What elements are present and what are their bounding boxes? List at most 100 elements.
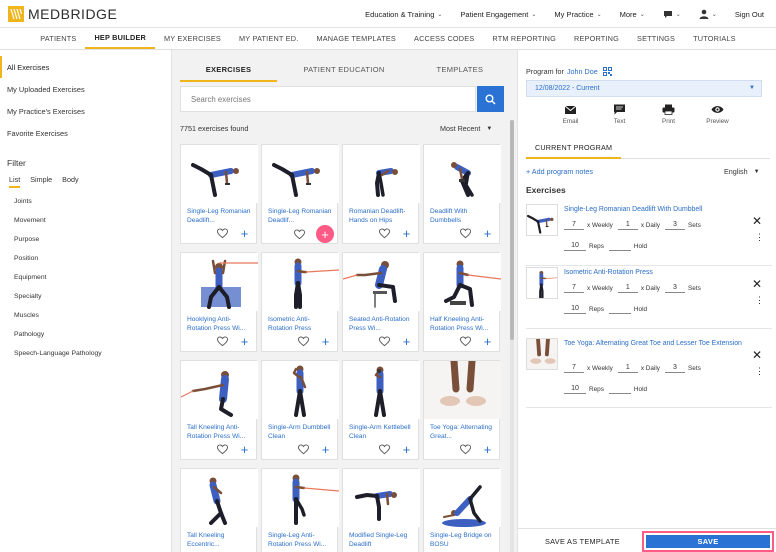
- medbridge-logo[interactable]: MEDBRIDGE: [8, 4, 117, 24]
- exercise-card[interactable]: Half Kneeling Anti-Rotation Press Wi... +: [423, 252, 501, 352]
- tab-tutorials[interactable]: TUTORIALS: [684, 28, 745, 49]
- sets-input[interactable]: 3: [665, 364, 685, 373]
- exercise-card[interactable]: Single-Arm Dumbbell Clean +: [261, 360, 339, 460]
- add-to-program-button[interactable]: +: [239, 443, 250, 456]
- qr-code-icon[interactable]: [602, 67, 612, 76]
- filter-tab-simple[interactable]: Simple: [30, 175, 52, 188]
- add-to-program-button[interactable]: +: [482, 335, 493, 348]
- exercise-image[interactable]: [262, 469, 339, 527]
- exercise-card[interactable]: Seated Anti-Rotation Press Wi... +: [342, 252, 420, 352]
- remove-exercise-button[interactable]: ✕: [752, 215, 762, 227]
- chat-menu[interactable]: ⌄: [663, 10, 681, 19]
- add-to-program-button[interactable]: +: [482, 443, 493, 456]
- more-options-icon[interactable]: ⋮: [755, 233, 764, 242]
- search-button[interactable]: [477, 86, 504, 112]
- sidebar-item-my-uploaded-exercises[interactable]: My Uploaded Exercises: [0, 78, 171, 100]
- print-button[interactable]: Print: [649, 104, 689, 128]
- exercise-title[interactable]: Modified Single-Leg Deadlift: [349, 531, 415, 549]
- save-as-template-button[interactable]: SAVE AS TEMPLATE: [545, 537, 620, 546]
- sidebar-item-all-exercises[interactable]: All Exercises: [0, 56, 171, 78]
- nav-more[interactable]: More ⌄: [620, 10, 645, 19]
- heart-icon[interactable]: [217, 228, 228, 239]
- exercise-image[interactable]: [343, 361, 420, 419]
- tab-my-exercises[interactable]: MY EXERCISES: [155, 28, 230, 49]
- exercise-image[interactable]: [262, 361, 339, 419]
- nav-education-training[interactable]: Education & Training ⌄: [365, 10, 442, 19]
- filter-muscles[interactable]: Muscles: [0, 306, 171, 325]
- tab-templates[interactable]: TEMPLATES: [411, 65, 510, 82]
- exercise-image[interactable]: [181, 253, 258, 311]
- sign-out-link[interactable]: Sign Out: [735, 10, 764, 19]
- exercise-image[interactable]: [424, 469, 501, 527]
- filter-tab-list[interactable]: List: [9, 175, 21, 188]
- email-button[interactable]: Email: [551, 104, 591, 128]
- daily-input[interactable]: 1: [617, 284, 638, 293]
- language-select[interactable]: English ▼: [724, 167, 760, 176]
- nav-my-practice[interactable]: My Practice ⌄: [554, 10, 601, 19]
- exercise-title[interactable]: Single-Leg Romanian Deadlift...: [187, 207, 253, 225]
- heart-icon[interactable]: [294, 228, 305, 240]
- user-menu[interactable]: ⌄: [699, 9, 717, 19]
- filter-equipment[interactable]: Equipment: [0, 268, 171, 287]
- exercise-title[interactable]: Single-Leg Bridge on BOSU: [430, 531, 496, 549]
- sort-select[interactable]: Most Recent ▼: [440, 124, 492, 133]
- sets-input[interactable]: 3: [665, 221, 685, 230]
- tab-rtm-reporting[interactable]: RTM REPORTING: [483, 28, 565, 49]
- exercise-image[interactable]: [343, 253, 420, 311]
- exercise-title[interactable]: Single-Leg Romanian Deadlif...: [268, 207, 334, 225]
- heart-icon[interactable]: [298, 444, 309, 455]
- program-exercise-title[interactable]: Isometric Anti-Rotation Press: [564, 268, 744, 278]
- exercise-image[interactable]: [424, 253, 501, 311]
- exercise-image[interactable]: [343, 145, 420, 203]
- filter-position[interactable]: Position: [0, 249, 171, 268]
- weekly-input[interactable]: 7: [564, 364, 584, 373]
- heart-icon[interactable]: [460, 228, 471, 239]
- heart-icon[interactable]: [217, 336, 228, 347]
- reps-input[interactable]: 10: [564, 242, 586, 251]
- add-to-program-button[interactable]: +: [401, 335, 412, 348]
- tab-patient-education[interactable]: PATIENT EDUCATION: [277, 65, 410, 82]
- exercise-title[interactable]: Half Kneeling Anti-Rotation Press Wi...: [430, 315, 496, 333]
- scrollbar-thumb[interactable]: [510, 120, 514, 340]
- exercise-title[interactable]: Tall Kneeling Anti-Rotation Press Wi...: [187, 423, 253, 441]
- heart-icon[interactable]: [298, 336, 309, 347]
- heart-icon[interactable]: [217, 444, 228, 455]
- exercise-title[interactable]: Toe Yoga: Alternating Great...: [430, 423, 496, 441]
- exercise-title[interactable]: Deadlift With Dumbbells: [430, 207, 496, 225]
- exercise-card[interactable]: Tall Kneeling Anti-Rotation Press Wi... +: [180, 360, 258, 460]
- heart-icon[interactable]: [460, 444, 471, 455]
- tab-settings[interactable]: SETTINGS: [628, 28, 684, 49]
- add-to-program-button[interactable]: +: [239, 227, 250, 240]
- save-button[interactable]: SAVE: [646, 535, 770, 548]
- reps-input[interactable]: 10: [564, 385, 586, 394]
- hold-input[interactable]: [608, 242, 631, 251]
- exercise-title[interactable]: Single-Arm Dumbbell Clean: [268, 423, 334, 441]
- exercise-card[interactable]: Isometric Anti-Rotation Press +: [261, 252, 339, 352]
- sidebar-item-my-practices-exercises[interactable]: My Practice's Exercises: [0, 100, 171, 122]
- filter-speech-language-pathology[interactable]: Speech-Language Pathology: [0, 344, 171, 363]
- program-exercise-title[interactable]: Toe Yoga: Alternating Great Toe and Less…: [564, 339, 744, 349]
- exercise-image[interactable]: [181, 145, 258, 203]
- filter-specialty[interactable]: Specialty: [0, 287, 171, 306]
- add-to-program-button[interactable]: +: [401, 443, 412, 456]
- exercise-image[interactable]: [343, 469, 420, 527]
- exercise-thumbnail[interactable]: [526, 267, 558, 299]
- preview-button[interactable]: Preview: [698, 104, 738, 128]
- filter-purpose[interactable]: Purpose: [0, 230, 171, 249]
- daily-input[interactable]: 1: [617, 364, 638, 373]
- weekly-input[interactable]: 7: [564, 284, 584, 293]
- heart-icon[interactable]: [379, 336, 390, 347]
- tab-patients[interactable]: PATIENTS: [31, 28, 85, 49]
- exercise-card[interactable]: Single-Arm Kettlebell Clean +: [342, 360, 420, 460]
- tab-reporting[interactable]: REPORTING: [565, 28, 628, 49]
- filter-pathology[interactable]: Pathology: [0, 325, 171, 344]
- heart-icon[interactable]: [379, 228, 390, 239]
- filter-tab-body[interactable]: Body: [62, 175, 78, 188]
- hold-input[interactable]: [608, 385, 631, 394]
- exercise-title[interactable]: Romanian Deadlift- Hands on Hips: [349, 207, 415, 225]
- weekly-input[interactable]: 7: [564, 221, 584, 230]
- heart-icon[interactable]: [460, 336, 471, 347]
- heart-icon[interactable]: [379, 444, 390, 455]
- add-to-program-button[interactable]: +: [320, 335, 331, 348]
- tab-my-patient-ed[interactable]: MY PATIENT ED.: [230, 28, 307, 49]
